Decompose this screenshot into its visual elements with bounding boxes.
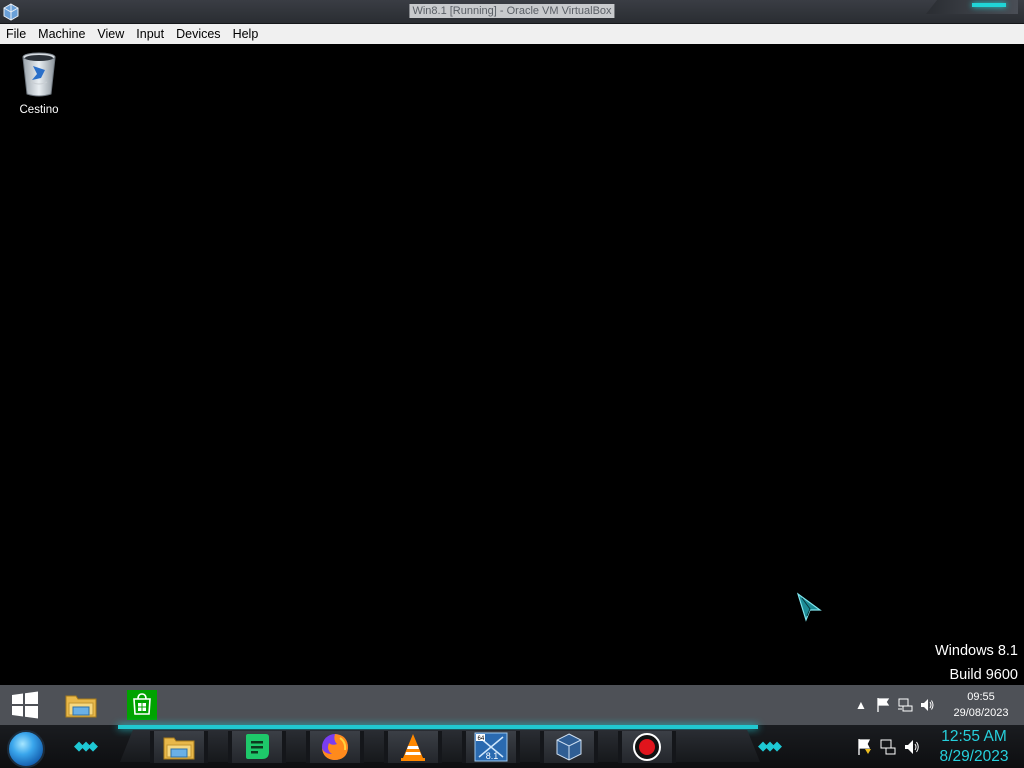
- taskbar-store[interactable]: [125, 689, 159, 721]
- menu-devices[interactable]: Devices: [170, 24, 226, 44]
- virtualbox-icon: [556, 733, 582, 761]
- watermark-os: Windows 8.1: [934, 643, 1018, 659]
- record-icon: [633, 733, 661, 761]
- menu-machine[interactable]: Machine: [32, 24, 91, 44]
- guest-clock-date: 29/08/2023: [953, 707, 1009, 719]
- watermark-build: Build 9600: [949, 667, 1018, 683]
- vlc-icon: [401, 734, 425, 761]
- dock-glow-strip: [118, 725, 758, 729]
- guest-taskbar: ▲ 09:55 29/08/2023: [0, 685, 1024, 725]
- recycle-bin-icon: [22, 52, 56, 97]
- desktop-icon-label: Cestino: [19, 104, 59, 116]
- host-clock-time: 12:55 AM: [941, 727, 1007, 745]
- dock-app-file-explorer[interactable]: [150, 731, 208, 763]
- window-title: Win8.1 [Running] - Oracle VM VirtualBox: [409, 4, 615, 18]
- dock-chevron-right-icon: ◆◆◆: [758, 738, 782, 753]
- guest-clock-time: 09:55: [967, 691, 995, 703]
- store-icon: [127, 690, 157, 720]
- host-clock-date: 8/29/2023: [939, 747, 1009, 765]
- windows-watermark: Windows 8.1 Build 9600: [935, 639, 1018, 687]
- vm-corner-text: 64: [478, 736, 485, 742]
- host-system-tray: 12:55 AM 8/29/2023: [852, 725, 1024, 768]
- mouse-cursor-icon: [796, 592, 822, 627]
- folder-icon: [163, 737, 195, 760]
- menu-view[interactable]: View: [91, 24, 130, 44]
- menu-input[interactable]: Input: [130, 24, 170, 44]
- dock-app-firefox[interactable]: [306, 731, 364, 763]
- volume-icon[interactable]: [900, 735, 924, 759]
- host-clock[interactable]: 12:55 AM 8/29/2023: [924, 727, 1024, 767]
- volume-icon[interactable]: [916, 694, 938, 716]
- start-button[interactable]: [8, 689, 42, 721]
- menu-help[interactable]: Help: [227, 24, 265, 44]
- guest-desktop[interactable]: Cestino Windows 8.1 Build 9600: [0, 44, 1024, 685]
- host-start-orb-button[interactable]: [7, 730, 45, 768]
- dock-app-notes[interactable]: [228, 731, 286, 763]
- action-center-flag-icon[interactable]: [872, 694, 894, 716]
- dock-app-recorder[interactable]: [618, 731, 676, 763]
- virtualbox-vm-icon: 64 8.1: [474, 732, 508, 762]
- guest-system-tray: ▲ 09:55 29/08/2023: [850, 685, 1024, 725]
- firefox-icon: [322, 734, 348, 760]
- dock-chevron-left-icon: ◆◆◆: [74, 738, 98, 753]
- dock-app-vlc[interactable]: [384, 731, 442, 763]
- notes-icon: [246, 734, 269, 759]
- host-dock: ◆◆◆ ◆◆◆ 64 8.1 12:55 AM 8/29/2023: [0, 725, 1024, 768]
- menu-file[interactable]: File: [0, 24, 32, 44]
- vm-badge-text: 8.1: [486, 751, 499, 761]
- taskbar-file-explorer[interactable]: [64, 689, 98, 721]
- action-center-flag-icon[interactable]: [852, 735, 876, 759]
- windows-logo-icon: [12, 691, 38, 719]
- network-icon[interactable]: [876, 735, 900, 759]
- title-bar-decoration: [926, 0, 1018, 14]
- network-icon[interactable]: [894, 694, 916, 716]
- menu-bar: File Machine View Input Devices Help: [0, 24, 1024, 44]
- host-title-bar[interactable]: Win8.1 [Running] - Oracle VM VirtualBox: [0, 0, 1024, 24]
- dock-app-virtualbox-vm[interactable]: 64 8.1: [462, 731, 520, 763]
- dock-app-virtualbox[interactable]: [540, 731, 598, 763]
- show-hidden-icons-icon[interactable]: ▲: [850, 694, 872, 716]
- desktop-icon-recycle-bin[interactable]: Cestino: [14, 52, 64, 116]
- guest-clock[interactable]: 09:55 29/08/2023: [938, 689, 1024, 721]
- virtualbox-app-icon[interactable]: [2, 3, 20, 21]
- folder-icon: [65, 695, 97, 718]
